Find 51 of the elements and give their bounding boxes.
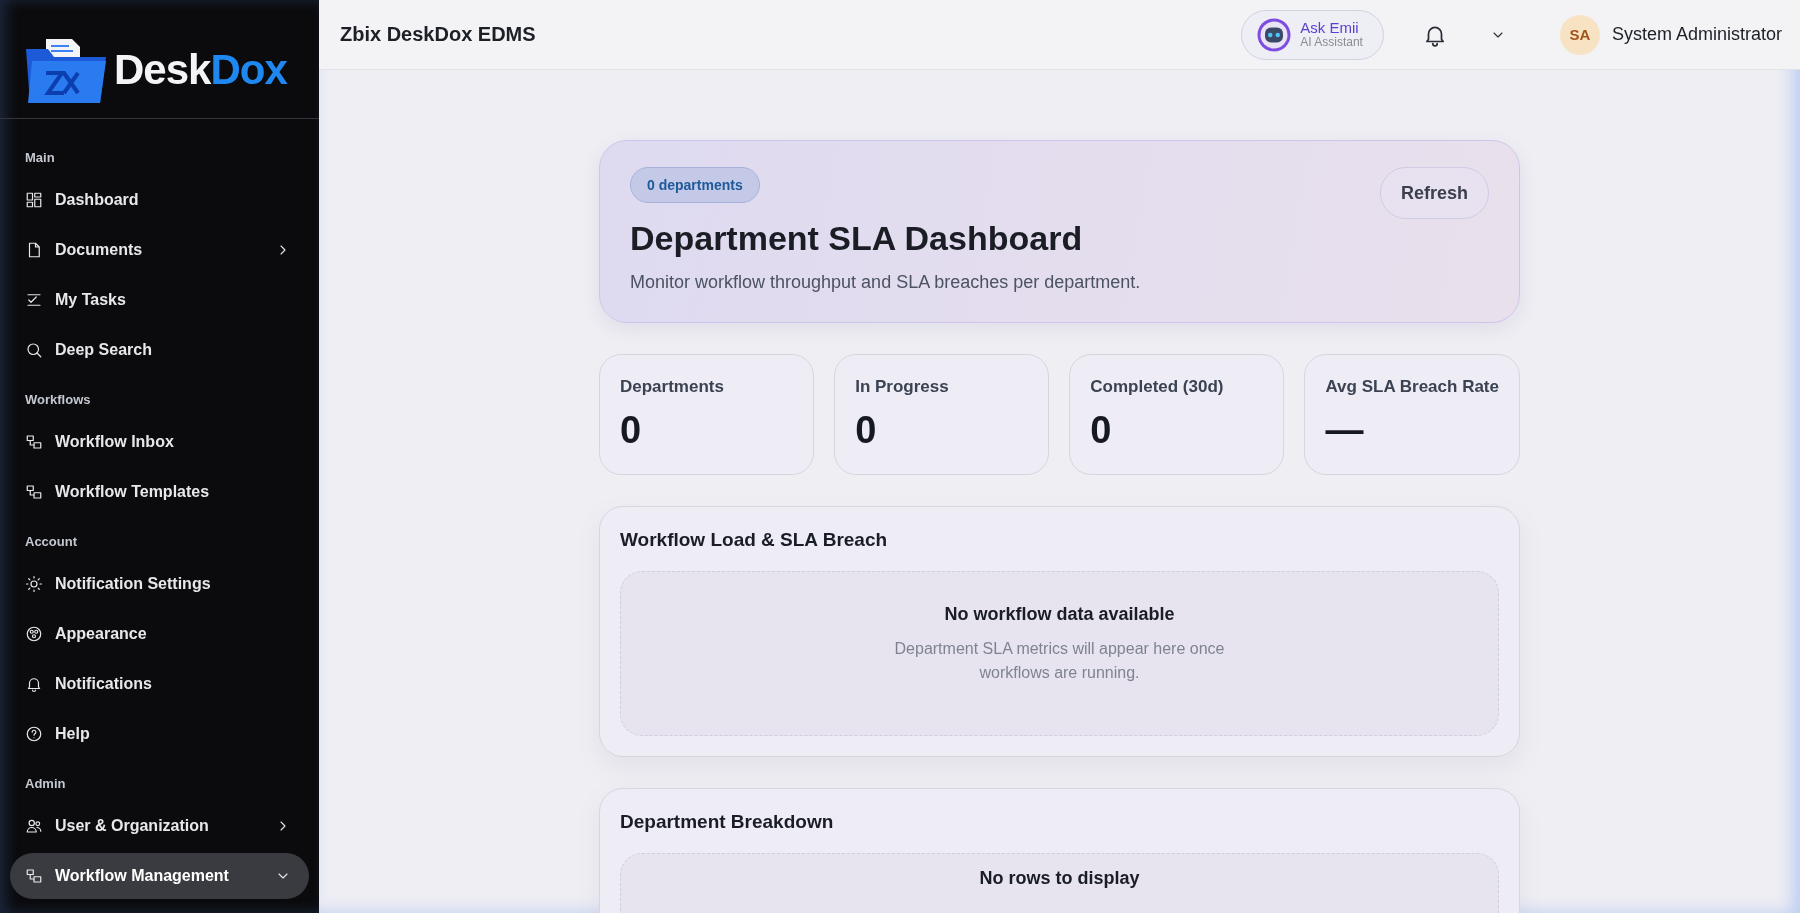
dashboard-icon [25, 191, 43, 209]
palette-icon [25, 625, 43, 643]
sidebar-item[interactable]: Notification Settings [10, 559, 309, 609]
sidebar-item[interactable]: User & Organization [10, 801, 309, 851]
stat-label: Completed (30d) [1090, 377, 1225, 397]
section-label: Admin [24, 775, 67, 793]
page-subtitle: Monitor workflow throughput and SLA breaches per department. [630, 272, 1141, 293]
stat-label: Avg SLA Breach Rate [1325, 377, 1499, 397]
empty-title: No rows to display [979, 868, 1140, 889]
sidebar-item[interactable]: Help [10, 709, 309, 759]
stat-label: Departments [620, 377, 725, 397]
sidebar-item[interactable]: Workflow Management [10, 853, 309, 899]
sun-icon [25, 575, 43, 593]
section-label: Main [24, 149, 56, 167]
user-name: System Administrator [1611, 24, 1782, 45]
sidebar-item[interactable]: Notifications [10, 659, 309, 709]
assistant-button[interactable]: Ask Emii AI Assistant [1241, 9, 1384, 60]
section-label: Account [24, 533, 78, 551]
robot-avatar-icon [1256, 16, 1293, 53]
sidebar-item[interactable]: Appearance [10, 609, 309, 659]
stat-value: 0 [1090, 409, 1113, 452]
checklist-icon [25, 291, 43, 309]
stat-value: 0 [620, 409, 643, 452]
panel-title: Workflow Load & SLA Breach [620, 529, 889, 551]
help-icon [25, 725, 43, 743]
empty-title: No workflow data available [944, 604, 1175, 625]
page-title: Department SLA Dashboard [630, 219, 1083, 258]
app-title: Zbix DeskDox EDMS [340, 23, 536, 46]
stat-value: — [1325, 409, 1365, 452]
empty-text: Department SLA metrics will appear here once workflows are running. [893, 639, 1226, 683]
folder-logo-icon [26, 37, 106, 103]
user-avatar: SA [1559, 14, 1600, 55]
workflow-icon [25, 867, 43, 885]
logo-text: DeskDox [114, 46, 287, 94]
refresh-button[interactable]: Refresh [1379, 167, 1489, 219]
sidebar-item[interactable]: Dashboard [10, 175, 309, 225]
sidebar-item[interactable]: Deep Search [10, 325, 309, 375]
stat-value: 0 [855, 409, 878, 452]
users-icon [25, 817, 43, 835]
stat-label: In Progress [855, 377, 950, 397]
workflow-icon [25, 433, 43, 451]
sidebar-item[interactable]: Documents [10, 225, 309, 275]
search-icon [25, 341, 43, 359]
sidebar-item[interactable]: My Tasks [10, 275, 309, 325]
bell-icon [25, 675, 43, 693]
count-badge: 0 departments [630, 167, 760, 203]
sidebar-item[interactable]: Workflow Inbox [10, 417, 309, 467]
panel-title: Department Breakdown [620, 811, 835, 833]
section-label: Workflows [24, 391, 92, 409]
sidebar-item[interactable]: Workflow Templates [10, 467, 309, 517]
workflow-icon [25, 483, 43, 501]
